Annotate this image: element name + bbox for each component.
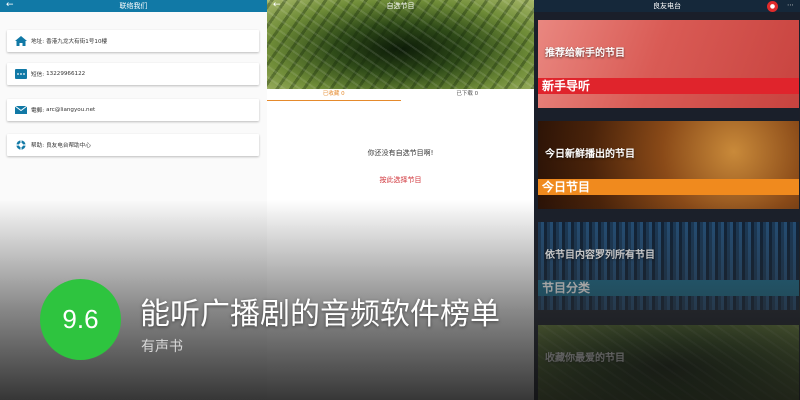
tab-downloaded-label: 已下载 [456, 91, 473, 97]
back-arrow-icon[interactable]: ← [273, 0, 281, 11]
radio-app-bar: 良友电台 ● ⋯ [534, 0, 800, 12]
contact-help-card[interactable]: 帮助: 良友电台帮助中心 [7, 134, 259, 156]
lifebuoy-icon [15, 140, 27, 150]
more-icon[interactable]: ⋯ [787, 0, 794, 11]
favorites-app-bar: ← 自选节目 [267, 0, 534, 12]
contact-email-card[interactable]: 電郵: arc@liangyou.net [7, 99, 259, 121]
tile-beginner-guide[interactable]: 推荐给新手的节目 新手导听 [538, 20, 799, 108]
tile-today-desc: 今日新鲜播出的节目 [545, 149, 635, 160]
tile-favorites-desc: 收藏你最爱的节目 [545, 353, 625, 364]
tile-program-categories[interactable]: 依节目内容罗列所有节目 节目分类 [538, 222, 799, 310]
tile-beginner-desc: 推荐给新手的节目 [545, 48, 625, 59]
tile-beginner-tag: 新手导听 [538, 78, 799, 94]
contact-email-value: arc@liangyou.net [46, 107, 96, 113]
home-icon [15, 36, 27, 46]
contact-help-label: 帮助: [31, 143, 45, 149]
contact-sms-value: 13229966122 [46, 71, 86, 77]
contact-help-value: 良友电台帮助中心 [46, 143, 91, 149]
ranking-category: 有声书 [141, 339, 183, 355]
ranking-headline: 能听广播剧的音频软件榜单 [140, 297, 500, 332]
tab-collected[interactable]: 已收藏 0 [267, 89, 401, 101]
contact-sms-card[interactable]: 短信: 13229966122 [7, 63, 259, 85]
favorites-tabs: 已收藏 0 已下载 0 [267, 89, 534, 101]
contact-sms-label: 短信: [31, 72, 45, 78]
contact-app-bar: ← 联络我们 [0, 0, 267, 12]
mail-icon [15, 105, 27, 115]
tab-downloaded-count: 0 [474, 91, 479, 97]
tab-collected-label: 已收藏 [322, 91, 340, 97]
empty-favorites-message: 你还没有自选节目啊! [367, 149, 434, 157]
favorites-screen: ← 自选节目 已收藏 0 已下载 0 你还没有自选节目啊! 按此选择节目 [267, 0, 534, 400]
radio-home-screen: 良友电台 ● ⋯ 推荐给新手的节目 新手导听 今日新鲜播出的节目 今日节目 依节… [534, 0, 800, 400]
tile-categories-desc: 依节目内容罗列所有节目 [545, 250, 655, 261]
contact-screen: ← 联络我们 地址: 香港九龙大有街1号10樓 短信: 13229966122 … [0, 0, 267, 400]
contact-title: 联络我们 [119, 2, 148, 10]
select-programs-link[interactable]: 按此选择节目 [267, 175, 534, 185]
favorites-banner-image [267, 0, 534, 89]
back-arrow-icon[interactable]: ← [6, 0, 14, 11]
tile-today-tag: 今日节目 [538, 179, 799, 195]
tab-downloaded[interactable]: 已下载 0 [401, 89, 535, 101]
tab-collected-count: 0 [341, 91, 345, 97]
bell-icon[interactable]: ● [767, 1, 778, 12]
radio-title: 良友电台 [653, 2, 681, 10]
phone-icon [15, 69, 27, 79]
rating-badge: 9.6 [40, 279, 121, 360]
contact-email-label: 電郵: [31, 108, 45, 114]
tile-favorites[interactable]: 收藏你最爱的节目 [538, 325, 799, 400]
contact-address-value: 香港九龙大有街1号10樓 [46, 39, 108, 45]
contact-address-card[interactable]: 地址: 香港九龙大有街1号10樓 [7, 30, 259, 52]
contact-address-label: 地址: [31, 39, 45, 45]
tile-today-programs[interactable]: 今日新鲜播出的节目 今日节目 [538, 121, 799, 209]
favorites-title: 自选节目 [386, 2, 415, 10]
tile-categories-tag: 节目分类 [538, 280, 799, 296]
